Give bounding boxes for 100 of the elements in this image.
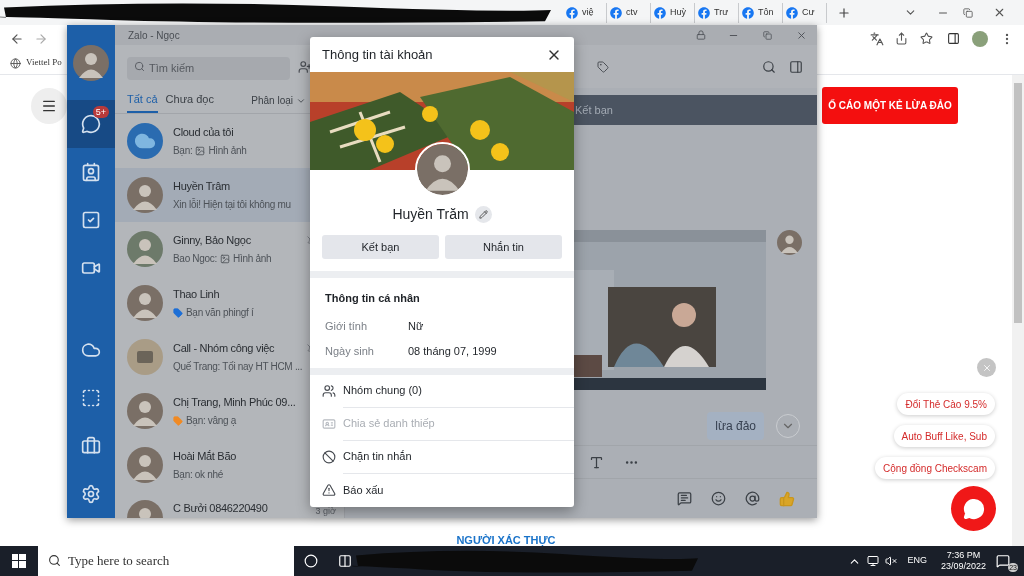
avatar: [127, 393, 163, 429]
taskbar-search-field[interactable]: Type here to search: [38, 546, 294, 576]
chat-name: Ginny, Bảo Ngọc: [173, 232, 252, 248]
chat-name: Thao Linh: [173, 286, 221, 302]
bookmark-link[interactable]: Viettel Po: [26, 56, 62, 70]
menu-row[interactable]: Báo xấu: [310, 473, 574, 507]
chat-name: Chị Trang, Minh Phúc 09...: [173, 394, 297, 410]
browser-tab[interactable]: ctv: [607, 2, 651, 23]
side-panel-icon[interactable]: [947, 32, 960, 45]
filter-tab[interactable]: Chưa đọc: [165, 90, 214, 113]
edit-name-button[interactable]: [474, 206, 492, 223]
menu-button[interactable]: [31, 87, 67, 124]
avatar: [73, 44, 109, 81]
profile-name: Huyền Trăm: [392, 205, 469, 224]
lock-icon[interactable]: [696, 30, 706, 40]
windows-icon[interactable]: [12, 554, 26, 568]
chat-preview: Bạn: vâng ạ: [186, 414, 237, 429]
search-icon: [134, 61, 145, 72]
chat-preview: Bạn văn phingf í: [186, 306, 254, 321]
bookmark-star-icon[interactable]: [920, 32, 933, 45]
facebook-icon: [610, 6, 622, 19]
field-value: Nữ: [408, 318, 424, 334]
search-field[interactable]: Tìm kiếm: [127, 56, 290, 80]
close-icon: [981, 362, 992, 373]
clock-time: 7:36 PM: [946, 550, 981, 561]
avatar: [127, 177, 163, 213]
browser-tab[interactable]: Cư: [783, 2, 827, 23]
translate-icon[interactable]: [870, 31, 884, 46]
block-icon: [322, 450, 336, 464]
restore-icon[interactable]: [963, 7, 973, 18]
browser-tab[interactable]: Huỳ: [651, 2, 695, 23]
profile-avatar[interactable]: [972, 30, 988, 47]
avatar: [777, 230, 802, 255]
message-bubble: lừa đảo: [707, 412, 764, 440]
profile-action-button[interactable]: Nhắn tin: [445, 235, 562, 259]
cortana-icon[interactable]: [304, 554, 318, 568]
dashed-square-icon: [81, 388, 101, 408]
search-icon[interactable]: [762, 59, 776, 74]
unread-badge: 5+: [92, 106, 109, 118]
report-button[interactable]: Ố CÁO MỘT KẺ LỪA ĐẢO: [822, 87, 958, 124]
globe-icon: [10, 57, 21, 69]
new-tab-icon[interactable]: [837, 5, 851, 20]
share-icon[interactable]: [895, 32, 908, 45]
chat-name: Call - Nhóm công việc: [173, 340, 276, 356]
menu-row[interactable]: Nhóm chung (0): [310, 374, 574, 408]
checkbox-icon: [81, 210, 101, 230]
thumbs-up-icon[interactable]: [779, 490, 795, 507]
language-indicator[interactable]: ENG: [907, 554, 927, 568]
profile-action-button[interactable]: Kết bạn: [322, 235, 439, 259]
task-view-icon[interactable]: [338, 554, 352, 568]
clock-date: 23/09/2022: [940, 561, 986, 572]
chat-preview: Quế Trang: Tối nay HT HCM ...: [173, 360, 303, 375]
facebook-icon: [698, 6, 710, 19]
notification-icon: [996, 554, 1010, 568]
chat-sender: Bạn:: [173, 144, 193, 159]
menu-row[interactable]: Chặn tin nhắn: [310, 440, 574, 474]
window-title: Zalo - Ngọc: [128, 28, 180, 43]
chat-preview: Hình ảnh: [233, 252, 272, 267]
tag-icon[interactable]: [597, 60, 609, 73]
field-label: Giới tính: [325, 318, 369, 334]
nav-item[interactable]: 5+: [67, 100, 115, 148]
chat-preview: Hình ảnh: [208, 144, 247, 159]
cloud-icon: [81, 340, 101, 360]
contact-card-icon: [322, 417, 336, 431]
chat-preview: Xin lỗi! Hiện tại tôi không mu: [173, 197, 291, 213]
sort-dropdown[interactable]: Phân loại: [251, 93, 306, 113]
floating-link[interactable]: Auto Buff Like, Sub: [893, 425, 995, 447]
contacts-icon: [81, 162, 101, 182]
search-icon: [48, 554, 61, 567]
browser-tab[interactable]: Trư: [695, 2, 739, 23]
chat-preview: Bạn: ok nhé: [173, 468, 224, 483]
close-icon[interactable]: [993, 6, 1006, 19]
text-format-icon[interactable]: [589, 454, 604, 470]
floating-link[interactable]: Cộng đồng Checkscam: [875, 457, 995, 479]
settings-icon: [81, 484, 101, 504]
floating-link[interactable]: Đổi Thẻ Cào 9.5%: [897, 393, 995, 415]
chat-name: Cloud của tôi: [173, 124, 235, 140]
group-icon: [322, 384, 336, 398]
section-title: Thông tin cá nhân: [325, 291, 421, 306]
device-avatar: [127, 339, 163, 375]
network-icon[interactable]: [867, 555, 880, 567]
browser-tab[interactable]: việ: [563, 2, 607, 23]
clock[interactable]: 7:36 PM 23/09/2022: [940, 550, 986, 572]
back-icon[interactable]: [10, 31, 24, 46]
avatar: [127, 447, 163, 483]
mention-icon[interactable]: [745, 491, 760, 506]
dialog-title: Thông tin tài khoản: [322, 45, 433, 64]
field-value: 08 tháng 07, 1999: [408, 344, 497, 359]
scrollbar[interactable]: [1012, 75, 1024, 546]
section-heading: NGƯỜI XÁC THỰC: [455, 534, 557, 546]
facebook-icon: [786, 6, 798, 19]
add-friend-icon[interactable]: [298, 59, 312, 74]
quick-message-icon[interactable]: [677, 491, 692, 506]
image-icon: [195, 145, 206, 156]
warning-icon: [322, 483, 336, 497]
avatar: [127, 285, 163, 321]
chat-sender: Bao Ngoc:: [173, 252, 217, 267]
emoji-icon[interactable]: [711, 491, 726, 506]
volume-muted-icon[interactable]: [885, 555, 898, 567]
browser-tab[interactable]: Tôn: [739, 2, 783, 23]
